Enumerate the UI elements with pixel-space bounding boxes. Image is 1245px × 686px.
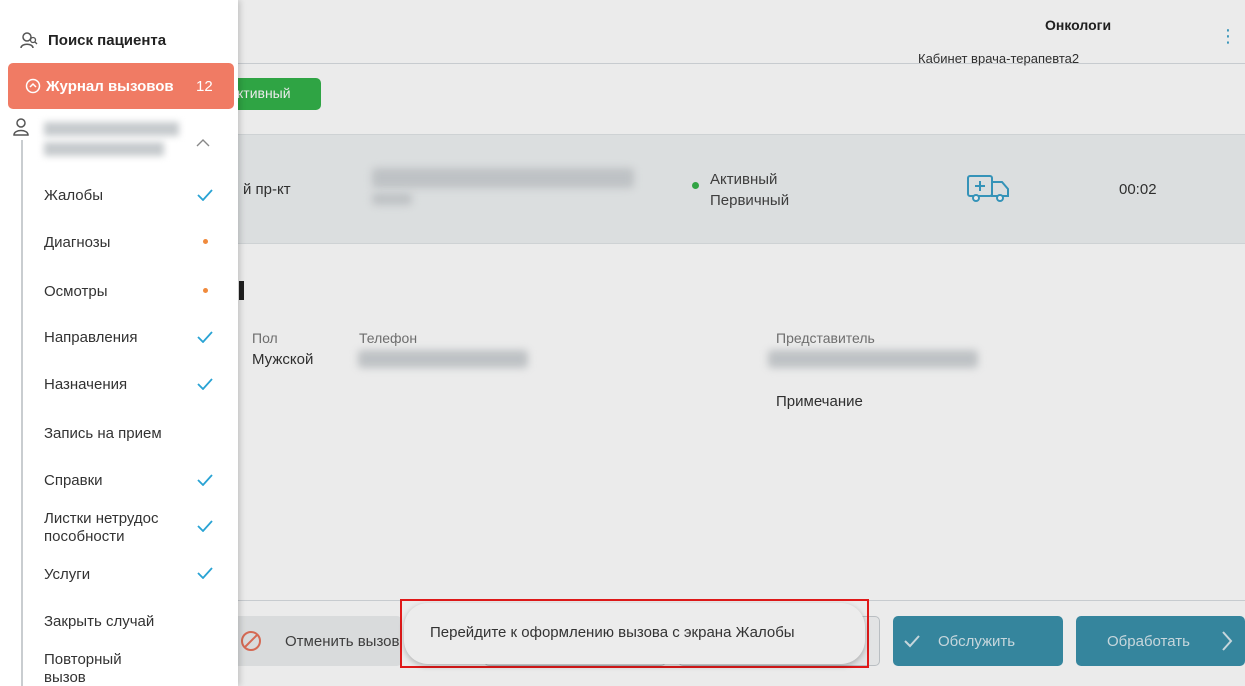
chevron-up-icon[interactable] [196,138,210,147]
check-icon [197,331,213,343]
patient-icon [13,118,29,136]
tree-line [21,140,23,686]
pending-dot [203,288,208,293]
sidebar-item-label: Осмотры [44,283,108,300]
sidebar-item-label: Справки [44,472,103,489]
patient-name-redacted[interactable] [44,122,179,136]
patient-name-redacted-2 [44,142,164,156]
patient-search-link[interactable]: Поиск пациента [20,30,166,50]
call-journal-icon [25,78,41,94]
check-icon [197,378,213,390]
sidebar-item-label: Направления [44,329,138,346]
sidebar-item-label: Назначения [44,376,128,393]
sidebar-item-call-journal[interactable]: Журнал вызовов 12 [8,63,234,109]
call-journal-count: 12 [196,78,213,95]
pending-dot [203,239,208,244]
sidebar: Поиск пациента Журнал вызовов 12 Жалобы … [0,0,238,686]
sidebar-item-label: Листки нетрудос пособности [44,510,159,545]
sidebar-item-label: Закрыть случай [44,613,155,630]
sidebar-item-label: Услуги [44,566,91,583]
call-journal-label: Журнал вызовов [46,78,174,95]
sidebar-item-label: Жалобы [44,187,103,204]
check-icon [197,474,213,486]
check-icon [197,567,213,579]
toast-notification[interactable]: Перейдите к оформлению вызова с экрана Ж… [404,603,865,664]
check-icon [197,189,213,201]
sidebar-item-label: Запись на прием [44,425,162,442]
sidebar-item-label: Диагнозы [44,234,111,251]
sidebar-item-label: Повторный вызов [44,651,122,686]
toast-message: Перейдите к оформлению вызова с экрана Ж… [430,624,795,641]
check-icon [197,520,213,532]
patients-search-icon [20,32,38,49]
patient-search-label: Поиск пациента [48,31,167,49]
